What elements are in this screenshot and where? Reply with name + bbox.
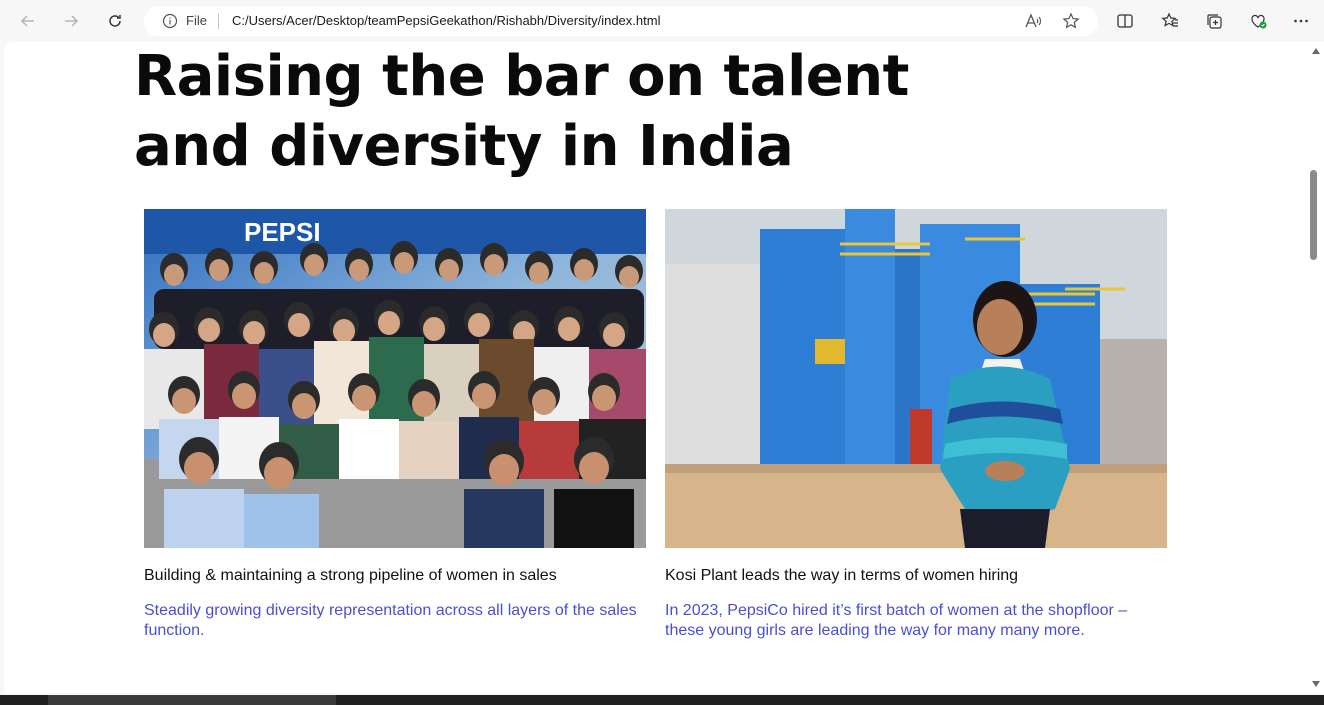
read-aloud-icon[interactable] xyxy=(1024,12,1042,30)
card-women-in-sales[interactable]: PEPSI Building & maintaining a strong pi… xyxy=(144,209,646,641)
scrollbar-thumb[interactable] xyxy=(1310,170,1317,260)
scroll-up-icon[interactable] xyxy=(1312,48,1320,54)
plant-photo-image xyxy=(665,209,1167,548)
address-bar[interactable]: File C:/Users/Acer/Desktop/teamPepsiGeek… xyxy=(144,6,1098,36)
file-label: File xyxy=(186,13,207,28)
back-icon[interactable] xyxy=(13,6,43,36)
address-separator xyxy=(218,13,219,29)
favorites-icon[interactable] xyxy=(1155,6,1185,36)
card-title[interactable]: Kosi Plant leads the way in terms of wom… xyxy=(665,566,1167,586)
card-kosi-plant[interactable]: Kosi Plant leads the way in terms of wom… xyxy=(665,209,1167,641)
page-headline: Raising the bar on talent and diversity … xyxy=(134,44,909,179)
browser-toolbar: File C:/Users/Acer/Desktop/teamPepsiGeek… xyxy=(0,0,1324,42)
split-screen-icon[interactable] xyxy=(1110,6,1140,36)
page-viewport: Raising the bar on talent and diversity … xyxy=(4,42,1308,693)
url-text[interactable]: C:/Users/Acer/Desktop/teamPepsiGeekathon… xyxy=(232,13,660,28)
group-photo-image: PEPSI xyxy=(144,209,646,548)
favorite-star-icon[interactable] xyxy=(1062,12,1080,30)
card-description: In 2023, PepsiCo hired it’s first batch … xyxy=(665,602,1128,639)
scroll-down-icon[interactable] xyxy=(1312,681,1320,687)
browser-essentials-icon[interactable] xyxy=(1243,6,1273,36)
info-icon[interactable] xyxy=(162,13,178,29)
os-taskbar xyxy=(0,695,1324,705)
svg-text:PEPSI: PEPSI xyxy=(244,217,321,247)
card-title[interactable]: Building & maintaining a strong pipeline… xyxy=(144,566,646,586)
vertical-scrollbar[interactable] xyxy=(1308,42,1324,693)
more-icon[interactable] xyxy=(1286,6,1316,36)
collections-icon[interactable] xyxy=(1199,6,1229,36)
refresh-icon[interactable] xyxy=(100,6,130,36)
taskbar-active-item[interactable] xyxy=(48,695,336,705)
card-description: Steadily growing diversity representatio… xyxy=(144,602,637,639)
forward-icon[interactable] xyxy=(56,6,86,36)
